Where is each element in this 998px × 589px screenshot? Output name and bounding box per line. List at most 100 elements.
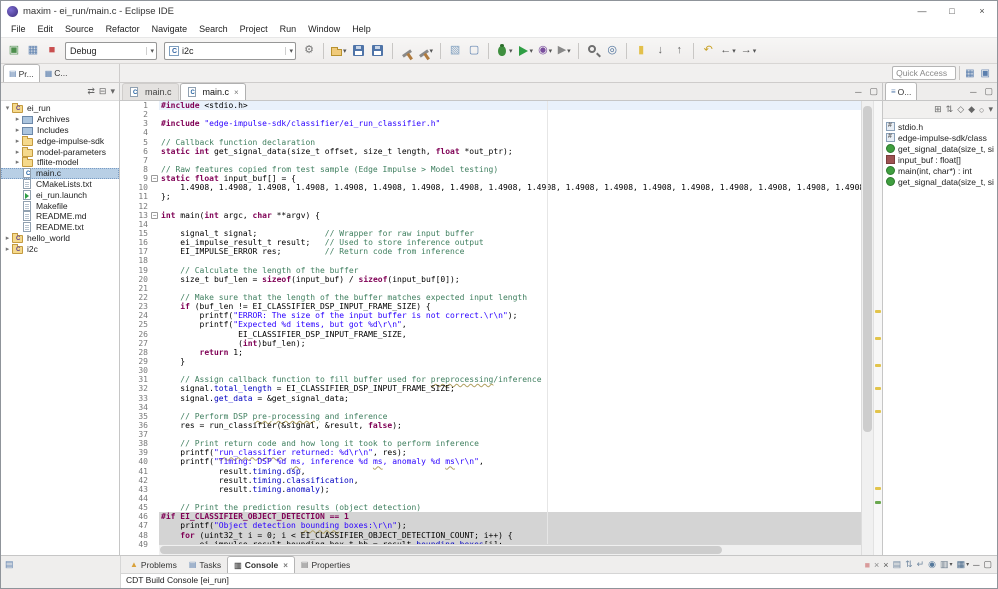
outline-item-get-signal-data-size-t-si[interactable]: get_signal_data(size_t, si	[883, 143, 997, 154]
build-all-icon[interactable]	[398, 41, 416, 61]
annotation-mark[interactable]	[875, 501, 881, 504]
view-tab-outline[interactable]: ≡O...	[885, 82, 917, 100]
code-line[interactable]: #if EI_CLASSIFIER_OBJECT_DETECTION == 1	[159, 512, 861, 521]
outline-list[interactable]: stdio.hedge-impulse-sdk/classget_signal_…	[883, 119, 997, 555]
display-console-icon[interactable]: ▥▾	[940, 559, 953, 570]
maximize-button[interactable]: □	[937, 1, 967, 21]
code-line[interactable]	[159, 256, 861, 265]
tree-item-ei-run-launch[interactable]: ei_run.launch	[1, 189, 119, 200]
restart-icon[interactable]: ▣	[5, 41, 23, 61]
external-tools-icon[interactable]: ▶▾	[555, 41, 573, 61]
fold-minus-icon[interactable]	[151, 175, 158, 182]
code-line[interactable]: // Print return code and how long it too…	[159, 439, 861, 448]
expand-all-icon[interactable]: ⊞	[934, 104, 942, 115]
minimize-view-icon[interactable]: ─	[966, 87, 980, 97]
overview-ruler[interactable]	[873, 101, 882, 555]
fold-toggle[interactable]	[149, 211, 159, 220]
annotation-mark[interactable]	[875, 387, 881, 390]
next-annotation-icon[interactable]: ↓	[651, 41, 669, 61]
menu-navigate[interactable]: Navigate	[146, 23, 194, 35]
code-line[interactable]: for (uint32_t i = 0; i < EI_CLASSIFIER_O…	[159, 531, 861, 540]
code-line[interactable]: 1.4908, 1.4908, 1.4908, 1.4908, 1.4908, …	[159, 183, 861, 192]
code-line[interactable]: result.timing.classification,	[159, 476, 861, 485]
code-line[interactable]: #include "edge-impulse-sdk/classifier/ei…	[159, 119, 861, 128]
clear-console-icon[interactable]: ▤	[893, 559, 902, 570]
code-line[interactable]: int main(int argc, char **argv) {	[159, 211, 861, 220]
annotation-mark[interactable]	[875, 364, 881, 367]
minimize-button[interactable]: —	[907, 1, 937, 21]
new-cpp-project-icon[interactable]: ▧	[446, 41, 464, 61]
tree-collapsed-icon[interactable]: ▸	[13, 115, 22, 123]
launch-mode-combo[interactable]: Debug▾	[65, 42, 157, 60]
close-button[interactable]: ×	[967, 1, 997, 21]
code-line[interactable]: return 1;	[159, 348, 861, 357]
last-edit-location-icon[interactable]: ↶	[699, 41, 717, 61]
remove-all-launches-icon[interactable]: ×	[883, 560, 888, 570]
debug-icon[interactable]: ▾	[494, 41, 515, 61]
tree-item-makefile[interactable]: Makefile	[1, 200, 119, 211]
menu-window[interactable]: Window	[302, 23, 346, 35]
code-line[interactable]: // Calculate the length of the buffer	[159, 266, 861, 275]
tree-item-model-parameters[interactable]: ▸model-parameters	[1, 146, 119, 157]
new-wizard-icon[interactable]: ▾	[329, 41, 349, 61]
tree-collapsed-icon[interactable]: ▸	[13, 148, 22, 156]
back-icon[interactable]: ←▾	[718, 41, 738, 61]
code-editor[interactable]: #include <stdio.h> #include "edge-impulse…	[159, 101, 861, 544]
new-c-file-icon[interactable]: ▢	[465, 41, 483, 61]
tab-problems[interactable]: ▲Problems	[124, 556, 183, 573]
menu-source[interactable]: Source	[59, 23, 100, 35]
code-line[interactable]	[159, 110, 861, 119]
view-tab-c[interactable]: ▦C...	[40, 64, 73, 82]
code-line[interactable]	[159, 403, 861, 412]
tab-console[interactable]: ▥Console×	[227, 556, 295, 573]
code-line[interactable]: printf("Expected %d items, but got %d\r\…	[159, 320, 861, 329]
outline-item-edge-impulse-sdk-class[interactable]: edge-impulse-sdk/class	[883, 132, 997, 143]
search-icon[interactable]	[584, 41, 602, 61]
code-line[interactable]	[159, 220, 861, 229]
tree-item-hello-world[interactable]: ▸hello_world	[1, 233, 119, 244]
code-line[interactable]: result.timing.anomaly);	[159, 485, 861, 494]
code-line[interactable]: // Make sure that the length of the buff…	[159, 293, 861, 302]
annotation-mark[interactable]	[875, 310, 881, 313]
horizontal-scrollbar[interactable]	[159, 544, 861, 555]
tree-collapsed-icon[interactable]: ▸	[13, 126, 22, 134]
scroll-lock-icon[interactable]: ⇅	[905, 559, 913, 570]
editor-tab-main-c-1[interactable]: main.c×	[180, 83, 246, 100]
mark-occurrences-icon[interactable]: ▮	[632, 41, 650, 61]
code-line[interactable]: EI_IMPULSE_ERROR res; // Return code fro…	[159, 247, 861, 256]
quick-access-input[interactable]	[892, 66, 956, 80]
maximize-view-icon[interactable]: ▢	[980, 86, 997, 97]
code-line[interactable]: // Assign callback function to fill buff…	[159, 375, 861, 384]
link-with-editor-icon[interactable]: ⇄	[87, 86, 95, 97]
code-line[interactable]: // Print the prediction results (object …	[159, 503, 861, 512]
outline-item-main-int-char-int[interactable]: main(int, char*) : int	[883, 165, 997, 176]
code-line[interactable]	[159, 156, 861, 165]
collapse-all-icon[interactable]: ⊟	[99, 86, 107, 97]
launch-config-combo[interactable]: i2c▾	[164, 42, 296, 60]
open-element-icon[interactable]: ◎	[603, 41, 621, 61]
tree-expanded-icon[interactable]: ▾	[3, 104, 12, 112]
save-icon[interactable]	[350, 41, 368, 61]
code-line[interactable]: signal.total_length = EI_CLASSIFIER_DSP_…	[159, 384, 861, 393]
minimize-view-icon[interactable]: ─	[851, 87, 865, 97]
code-line[interactable]: #include <stdio.h>	[159, 101, 861, 110]
vertical-scrollbar-thumb[interactable]	[863, 106, 872, 433]
code-line[interactable]: EI_CLASSIFIER_DSP_INPUT_FRAME_SIZE,	[159, 330, 861, 339]
annotation-mark[interactable]	[875, 410, 881, 413]
annotation-mark[interactable]	[875, 337, 881, 340]
code-line[interactable]: printf("Timing: DSP %d ms, inference %d …	[159, 457, 861, 466]
code-line[interactable]: static float input_buf[] = {	[159, 174, 861, 183]
tree-collapsed-icon[interactable]: ▸	[13, 137, 22, 145]
project-explorer-tree[interactable]: ▾ei_run▸Archives▸Includes▸edge-impulse-s…	[1, 101, 119, 555]
code-line[interactable]: ei_impulse_result_t result; // Used to s…	[159, 238, 861, 247]
build-project-icon[interactable]: ▾	[417, 41, 436, 61]
profile-icon[interactable]: ◉▾	[536, 41, 554, 61]
tree-item-includes[interactable]: ▸Includes	[1, 125, 119, 136]
pin-console-icon[interactable]: ◉	[928, 559, 936, 570]
code-line[interactable]	[159, 202, 861, 211]
restore-view-icon[interactable]: ▤	[5, 559, 14, 570]
outline-item-input-buf-float[interactable]: input_buf : float[]	[883, 154, 997, 165]
view-tab-pr[interactable]: ▤Pr...	[3, 64, 40, 82]
hide-non-public-icon[interactable]: ○	[979, 105, 984, 115]
tree-item-tflite-model[interactable]: ▸tflite-model	[1, 157, 119, 168]
